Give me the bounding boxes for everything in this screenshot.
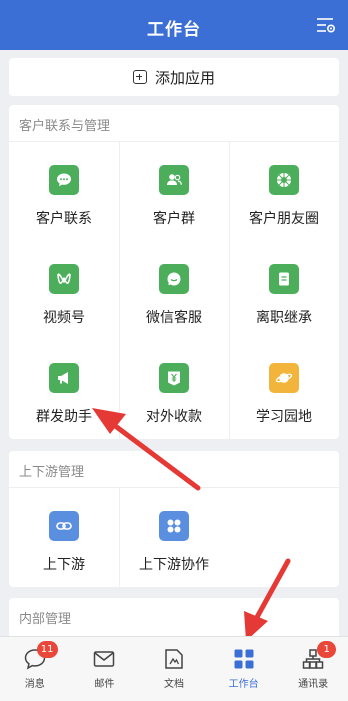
tab-label: 消息 (24, 679, 45, 690)
bottom-tab-bar: 11 消息 邮件 文档 工作台 1 通讯录 (0, 636, 348, 701)
app-upstream-downstream[interactable]: 上下游 (9, 488, 119, 587)
app-label: 客户群 (153, 211, 195, 227)
group-icon (159, 165, 189, 195)
app-learning-garden[interactable]: 学习园地 (229, 340, 339, 439)
tab-docs[interactable]: 文档 (139, 637, 209, 701)
add-app-button[interactable]: 添加应用 (9, 58, 339, 96)
app-label: 对外收款 (146, 409, 202, 425)
tab-label: 通讯录 (298, 679, 329, 690)
top-bar: 工作台 (0, 0, 348, 50)
yuan-receipt-icon (159, 363, 189, 393)
tab-label: 工作台 (228, 679, 259, 690)
four-dots-icon (159, 511, 189, 541)
app-label: 微信客服 (146, 310, 202, 326)
document-icon (269, 264, 299, 294)
app-label: 上下游协作 (139, 557, 209, 573)
message-icon: 11 (23, 641, 58, 671)
planet-icon (269, 363, 299, 393)
tab-mail[interactable]: 邮件 (70, 637, 140, 701)
app-label: 客户朋友圈 (249, 211, 319, 227)
app-label: 上下游 (43, 557, 85, 573)
tab-contacts[interactable]: 1 通讯录 (278, 637, 348, 701)
tab-label: 邮件 (94, 679, 115, 690)
app-channels[interactable]: 视频号 (9, 241, 119, 340)
app-label: 离职继承 (256, 310, 312, 326)
contacts-icon: 1 (301, 641, 337, 671)
moments-aperture-icon (269, 165, 299, 195)
chat-bubble-icon (49, 165, 79, 195)
section-title: 上下游管理 (19, 465, 85, 480)
tab-messages[interactable]: 11 消息 (0, 637, 70, 701)
section-upstream-downstream: 上下游管理 上下游 上下游协作 (9, 451, 339, 587)
app-customer-group[interactable]: 客户群 (119, 142, 229, 241)
doc-icon (162, 647, 186, 671)
app-mass-send-assistant[interactable]: 群发助手 (9, 340, 119, 439)
channels-icon (49, 264, 79, 294)
app-label: 学习园地 (256, 409, 312, 425)
app-wechat-service[interactable]: 微信客服 (119, 241, 229, 340)
app-label: 群发助手 (36, 409, 92, 425)
app-external-payment[interactable]: 对外收款 (119, 340, 229, 439)
mail-icon (92, 647, 116, 671)
section-title: 客户联系与管理 (19, 119, 111, 134)
tab-label: 文档 (163, 679, 184, 690)
message-badge: 11 (36, 641, 58, 658)
section-title: 内部管理 (19, 612, 72, 627)
service-chat-icon (159, 264, 189, 294)
page-title: 工作台 (147, 20, 201, 40)
add-app-label: 添加应用 (154, 68, 215, 87)
app-customer-contact[interactable]: 客户联系 (9, 142, 119, 241)
settings-icon[interactable] (316, 17, 336, 35)
link-icon (49, 511, 79, 541)
app-label: 视频号 (43, 310, 85, 326)
section-customer: 客户联系与管理 客户联系 客户群 客户朋友圈 视频号 微信客服 离职继承 群发助… (9, 105, 339, 439)
plus-icon (132, 70, 147, 84)
app-upstream-collaboration[interactable]: 上下游协作 (119, 488, 229, 587)
app-customer-moments[interactable]: 客户朋友圈 (229, 142, 339, 241)
megaphone-icon (49, 363, 79, 393)
contacts-badge: 1 (317, 641, 337, 658)
tab-workbench[interactable]: 工作台 (209, 637, 279, 701)
app-resignation-inherit[interactable]: 离职继承 (229, 241, 339, 340)
workbench-grid-icon (232, 647, 256, 671)
app-label: 客户联系 (36, 211, 92, 227)
